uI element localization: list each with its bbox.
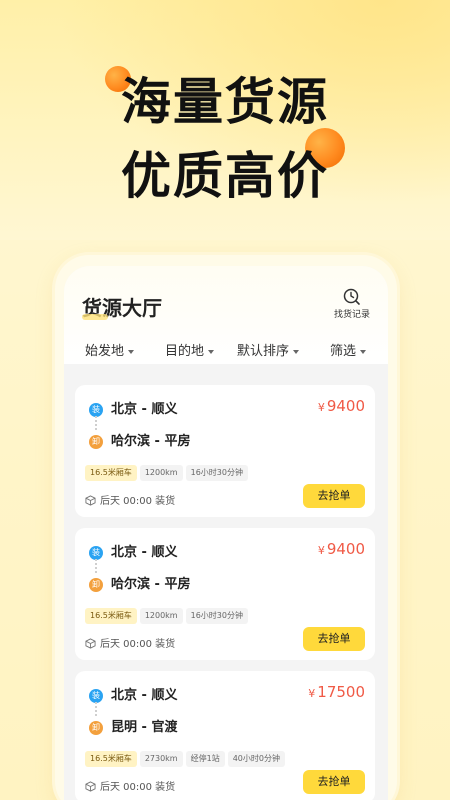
filter-bar: 始发地 目的地 默认排序 筛选 [64, 340, 388, 362]
filter-origin[interactable]: 始发地 [85, 340, 135, 359]
load-time: 后天 00:00 装货 [85, 635, 175, 650]
price-value: 9400 [326, 540, 365, 558]
tag-duration: 16小时30分钟 [185, 465, 248, 481]
load-time-text: 后天 00:00 装货 [100, 782, 176, 793]
tag-vehicle: 16.5米厢车 [85, 751, 137, 767]
route-connector [95, 416, 97, 430]
caret-down-icon [208, 349, 215, 354]
history-button[interactable]: 找货记录 [330, 288, 374, 320]
filter-sort[interactable]: 默认排序 [237, 340, 300, 359]
origin-text: 北京 - 顺义 [111, 688, 178, 703]
filter-more[interactable]: 筛选 [330, 340, 367, 359]
cargo-card[interactable]: 装北京 - 顺义 卸昆明 - 官渡 ¥17500 16.5米厢车 2730km 经停… [75, 671, 375, 800]
tag-distance: 1200km [139, 465, 183, 481]
route-connector [95, 559, 97, 573]
caret-down-icon [128, 349, 135, 354]
tag-list: 16.5米厢车 2730km 经停1站 40小时0分钟 [85, 746, 288, 767]
caret-down-icon [360, 349, 367, 354]
phone-frame: 货源大厅 找货记录 始发地 目的地 默认排序 筛选 装北京 - 顺义 卸哈尔滨 [55, 255, 397, 800]
origin-text: 北京 - 顺义 [111, 545, 178, 560]
caret-down-icon [293, 349, 300, 354]
unload-marker-icon: 卸 [89, 578, 103, 592]
filter-label: 筛选 [330, 344, 357, 359]
tag-vehicle: 16.5米厢车 [85, 465, 137, 481]
tag-list: 16.5米厢车 1200km 16小时30分钟 [85, 460, 251, 481]
route-origin: 装北京 - 顺义 [89, 684, 177, 703]
price-value: 17500 [317, 683, 365, 701]
load-time: 后天 00:00 装货 [85, 778, 175, 793]
filter-label: 始发地 [85, 344, 125, 359]
tag-list: 16.5米厢车 1200km 16小时30分钟 [85, 603, 251, 624]
history-label: 找货记录 [333, 310, 370, 320]
cargo-card[interactable]: 装北京 - 顺义 卸哈尔滨 - 平房 ¥9400 16.5米厢车 1200km 16… [75, 385, 375, 517]
filter-label: 默认排序 [237, 344, 290, 359]
currency-symbol: ¥ [317, 544, 325, 557]
route-connector [95, 702, 97, 716]
route-origin: 装北京 - 顺义 [89, 398, 177, 417]
load-time-text: 后天 00:00 装货 [100, 639, 176, 650]
filter-label: 目的地 [165, 344, 205, 359]
price-value: 9400 [326, 397, 365, 415]
origin-text: 北京 - 顺义 [111, 402, 178, 417]
grab-order-button[interactable]: 去抢单 [303, 770, 365, 794]
price: ¥9400 [318, 397, 365, 415]
tag-vehicle: 16.5米厢车 [85, 608, 137, 624]
load-marker-icon: 装 [89, 403, 103, 417]
app-screen: 货源大厅 找货记录 始发地 目的地 默认排序 筛选 装北京 - 顺义 卸哈尔滨 [64, 266, 388, 800]
load-marker-icon: 装 [89, 689, 103, 703]
promo-headline-1: 海量货源 [121, 73, 329, 131]
load-time-text: 后天 00:00 装货 [100, 496, 176, 507]
unload-marker-icon: 卸 [89, 721, 103, 735]
grab-order-button[interactable]: 去抢单 [303, 627, 365, 651]
price: ¥9400 [318, 540, 365, 558]
grab-order-button[interactable]: 去抢单 [303, 484, 365, 508]
package-icon [85, 781, 96, 792]
tag-distance: 1200km [139, 608, 183, 624]
route-destination: 卸昆明 - 官渡 [89, 716, 177, 735]
app-header: 货源大厅 找货记录 始发地 目的地 默认排序 筛选 [64, 266, 388, 364]
destination-text: 哈尔滨 - 平房 [111, 434, 191, 449]
unload-marker-icon: 卸 [89, 435, 103, 449]
route-origin: 装北京 - 顺义 [89, 541, 177, 560]
load-marker-icon: 装 [89, 546, 103, 560]
route-destination: 卸哈尔滨 - 平房 [89, 430, 190, 449]
destination-text: 昆明 - 官渡 [111, 720, 178, 735]
currency-symbol: ¥ [317, 401, 325, 414]
tag-duration: 40小时0分钟 [227, 751, 285, 767]
tag-stops: 经停1站 [185, 751, 225, 767]
package-icon [85, 638, 96, 649]
tag-duration: 16小时30分钟 [185, 608, 248, 624]
price: ¥17500 [308, 683, 365, 701]
tag-distance: 2730km [139, 751, 183, 767]
destination-text: 哈尔滨 - 平房 [111, 577, 191, 592]
load-time: 后天 00:00 装货 [85, 492, 175, 507]
search-history-icon [343, 288, 360, 305]
route-destination: 卸哈尔滨 - 平房 [89, 573, 190, 592]
filter-destination[interactable]: 目的地 [165, 340, 215, 359]
cargo-card[interactable]: 装北京 - 顺义 卸哈尔滨 - 平房 ¥9400 16.5米厢车 1200km 16… [75, 528, 375, 660]
currency-symbol: ¥ [308, 687, 316, 700]
promo-headline-2: 优质高价 [121, 147, 329, 205]
package-icon [85, 495, 96, 506]
title-underline [82, 314, 108, 320]
